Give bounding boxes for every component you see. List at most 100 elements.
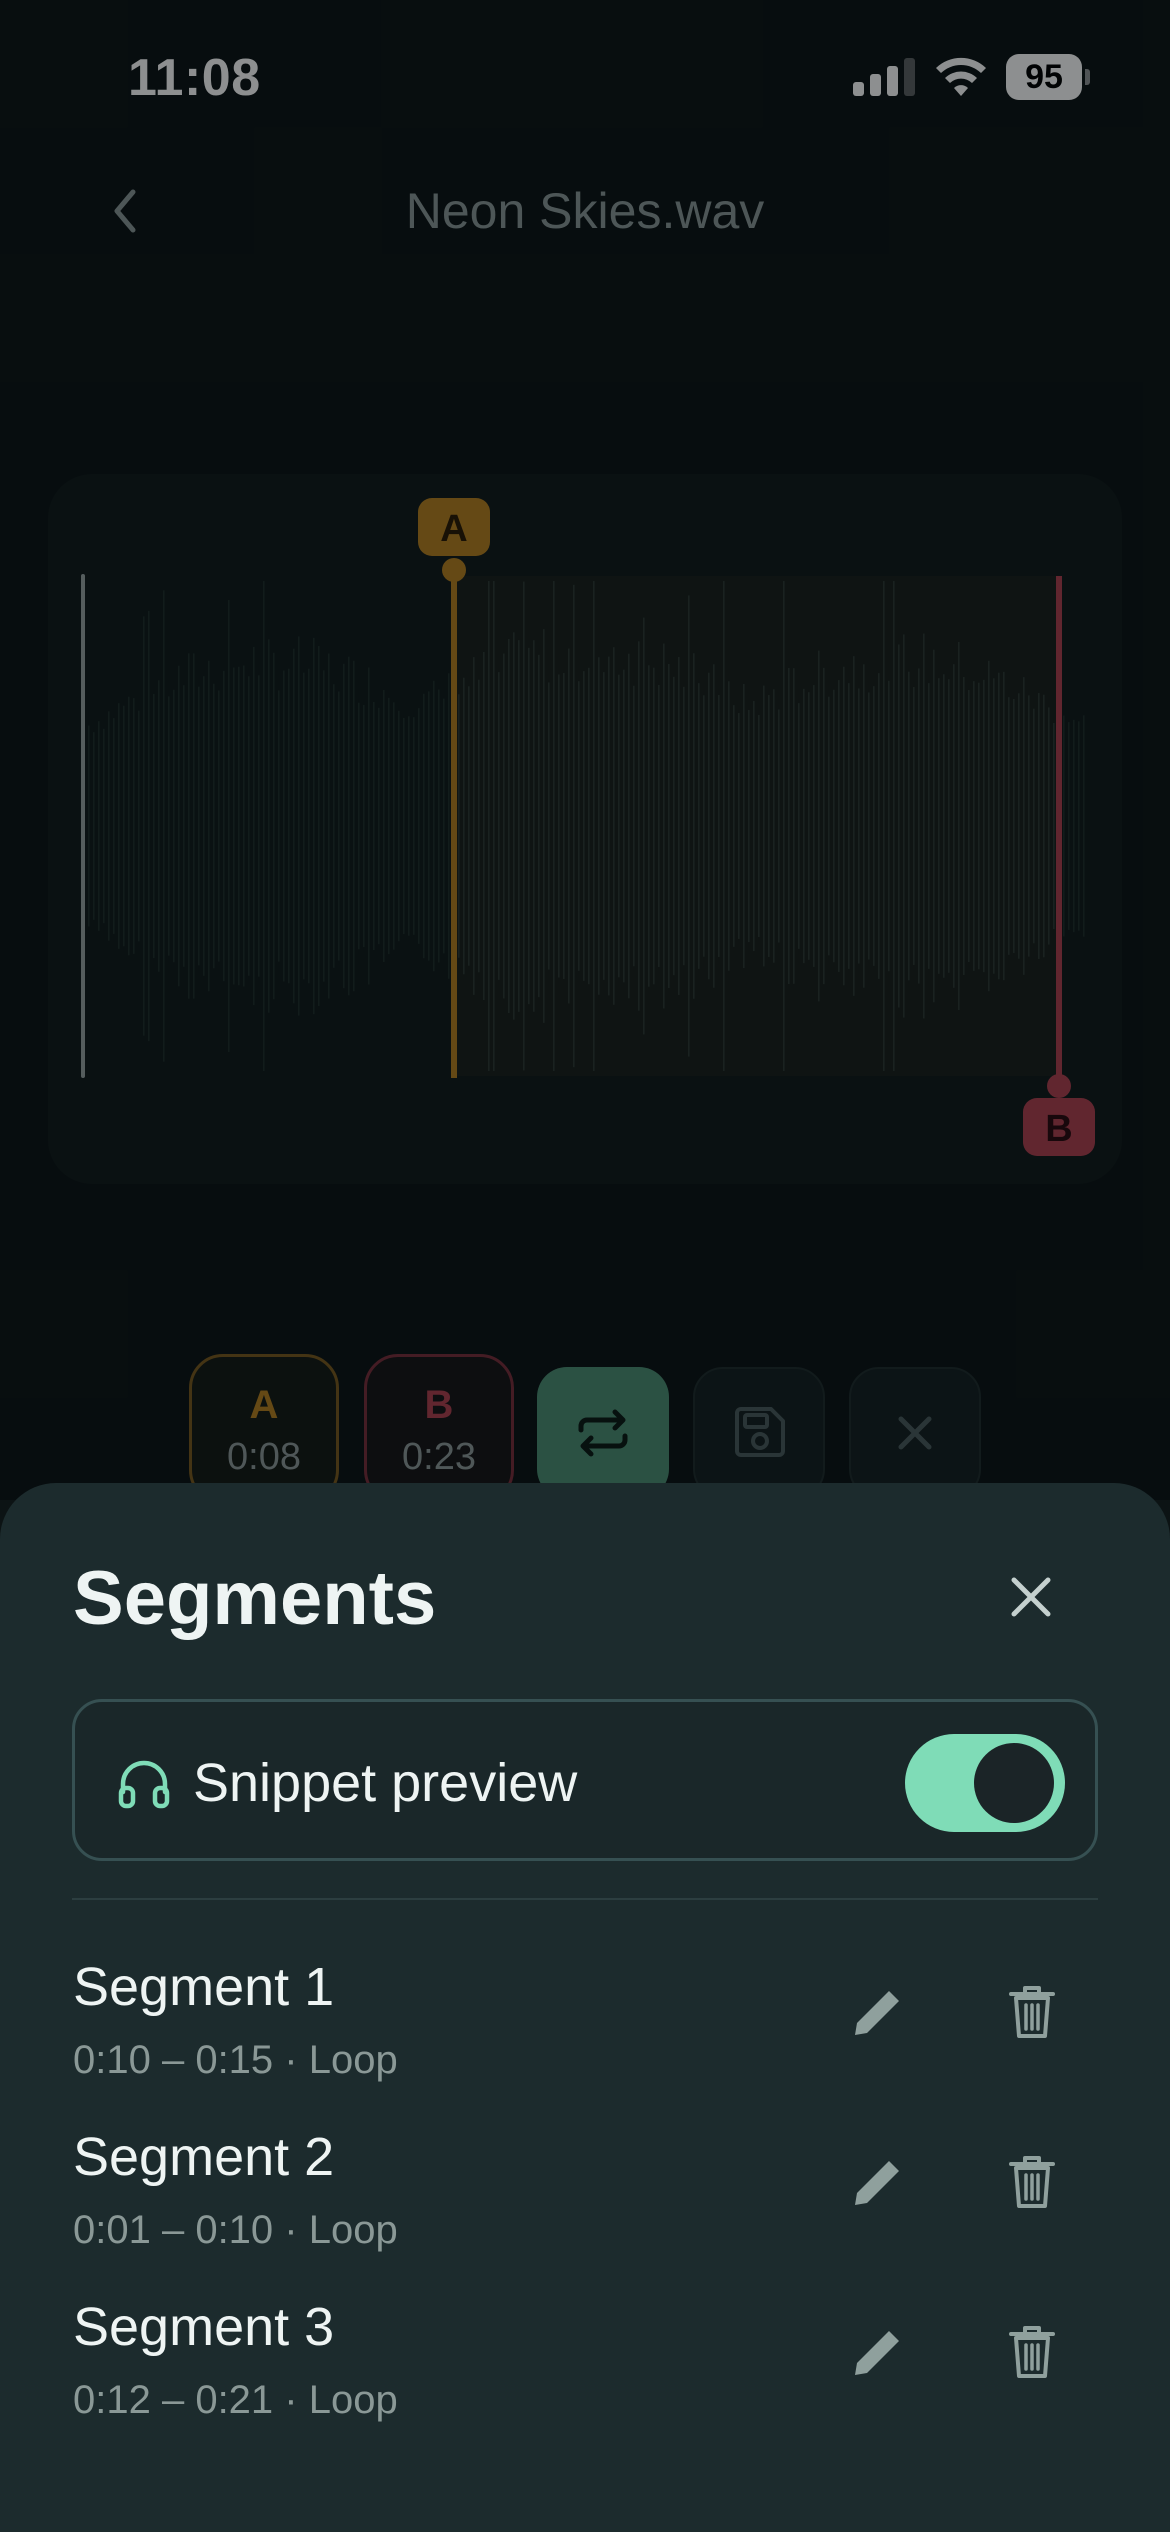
- edit-segment-button[interactable]: [840, 2316, 912, 2388]
- waveform-bar: [933, 649, 935, 1003]
- marker-a-handle[interactable]: [442, 558, 466, 582]
- waveform-bar: [963, 677, 965, 975]
- waveform-bar: [1083, 715, 1085, 937]
- pencil-icon: [855, 1991, 899, 2035]
- waveform-bar: [1003, 671, 1005, 981]
- loop-button[interactable]: [537, 1367, 669, 1499]
- waveform-bar: [583, 671, 585, 981]
- status-bar: 11:08 95: [0, 0, 1170, 150]
- waveform-bar: [948, 679, 950, 973]
- waveform-bar: [853, 656, 855, 996]
- waveform-bar: [753, 700, 755, 952]
- set-a-button[interactable]: A 0:08: [189, 1354, 339, 1504]
- waveform-bar: [488, 581, 490, 1071]
- waveform-bar: [1063, 715, 1065, 937]
- waveform-bar: [1053, 722, 1055, 930]
- segment-row[interactable]: Segment 3 0:12 – 0:21 · Loop: [0, 2296, 1170, 2456]
- edit-segment-button[interactable]: [840, 2146, 912, 2218]
- waveform-bar: [478, 679, 480, 973]
- waveform-bar: [1078, 721, 1080, 931]
- waveform-bar: [1033, 708, 1035, 944]
- waveform-bar: [873, 686, 875, 966]
- marker-b-handle[interactable]: [1047, 1074, 1071, 1098]
- waveform-bar: [348, 656, 350, 996]
- delete-segment-button[interactable]: [996, 2146, 1068, 2218]
- waveform-bar: [293, 648, 295, 1004]
- waveform-bar: [728, 681, 730, 971]
- waveform-bar: [438, 689, 440, 963]
- nav-bar: Neon Skies.wav: [0, 160, 1170, 260]
- waveform-bar: [553, 581, 555, 1071]
- waveform-bar: [798, 703, 800, 949]
- segment-row[interactable]: Segment 2 0:01 – 0:10 · Loop: [0, 2126, 1170, 2286]
- waveform-bar: [938, 678, 940, 974]
- marker-b-text: B: [1045, 1108, 1072, 1150]
- edit-segment-button[interactable]: [840, 1976, 912, 2048]
- waveform-bar: [688, 595, 690, 1057]
- waveform-bar: [913, 687, 915, 965]
- waveform-bar: [678, 657, 680, 995]
- segment-row[interactable]: Segment 1 0:10 – 0:15 · Loop: [0, 1956, 1170, 2116]
- waveform-bar: [843, 666, 845, 986]
- waveform-bar: [738, 713, 740, 939]
- waveform-bar: [538, 654, 540, 998]
- waveform-bar: [648, 665, 650, 987]
- delete-segment-button[interactable]: [996, 2316, 1068, 2388]
- waveform-bar: [558, 674, 560, 978]
- waveform-bar: [708, 672, 710, 980]
- waveform-bar: [468, 686, 470, 966]
- waveform-bar: [273, 652, 275, 1000]
- clear-markers-button[interactable]: [849, 1367, 981, 1499]
- waveform-bar: [748, 709, 750, 943]
- waveform-bar: [118, 703, 120, 949]
- waveform-bar: [1038, 693, 1040, 959]
- waveform-canvas[interactable]: A B: [48, 474, 1122, 1184]
- snippet-preview-row[interactable]: Snippet preview: [72, 1699, 1098, 1861]
- cellular-signal-icon: [853, 58, 915, 96]
- delete-segment-button[interactable]: [996, 1976, 1068, 2048]
- waveform-bar: [363, 704, 365, 948]
- close-sheet-button[interactable]: [995, 1561, 1067, 1633]
- waveform-bar: [758, 714, 760, 938]
- waveform-bar: [123, 705, 125, 947]
- waveform-bar: [898, 644, 900, 1008]
- waveform-bar: [1073, 719, 1075, 933]
- waveform-bar: [153, 693, 155, 959]
- set-b-button[interactable]: B 0:23: [364, 1354, 514, 1504]
- waveform-bar: [333, 684, 335, 968]
- waveform-bar: [603, 672, 605, 980]
- waveform-bar: [243, 665, 245, 987]
- waveform-bar: [343, 663, 345, 989]
- waveform-bar: [953, 664, 955, 988]
- waveform-bar: [858, 688, 860, 964]
- waveform-bar: [428, 691, 430, 961]
- waveform-bar: [353, 660, 355, 992]
- waveform-bar: [188, 653, 190, 999]
- waveform-bar: [88, 725, 90, 927]
- waveform-bar: [918, 668, 920, 984]
- pencil-icon: [855, 2161, 899, 2205]
- waveform-bar: [793, 668, 795, 984]
- waveform-bar: [413, 717, 415, 935]
- waveform-bar: [743, 683, 745, 969]
- waveform-editor[interactable]: A B: [48, 474, 1122, 1184]
- waveform-bar: [588, 667, 590, 985]
- waveform-bar: [93, 732, 95, 920]
- waveform-bar: [713, 664, 715, 988]
- waveform-bar: [193, 653, 195, 999]
- waveform-bar: [778, 709, 780, 943]
- waveform-bar: [813, 685, 815, 967]
- waveform-bar: [883, 581, 885, 1071]
- waveform-bar: [643, 617, 645, 1035]
- file-title: Neon Skies.wav: [405, 183, 765, 239]
- waveform-bar: [148, 610, 150, 1042]
- snippet-preview-toggle[interactable]: [905, 1734, 1065, 1832]
- save-segment-button[interactable]: [693, 1367, 825, 1499]
- waveform-bar: [533, 640, 535, 1012]
- playhead[interactable]: [81, 574, 85, 1078]
- waveform-bar: [498, 672, 500, 980]
- close-icon: [1011, 1577, 1051, 1617]
- waveform-bar: [408, 716, 410, 936]
- waveform-bar: [383, 690, 385, 962]
- waveform-bar: [763, 685, 765, 967]
